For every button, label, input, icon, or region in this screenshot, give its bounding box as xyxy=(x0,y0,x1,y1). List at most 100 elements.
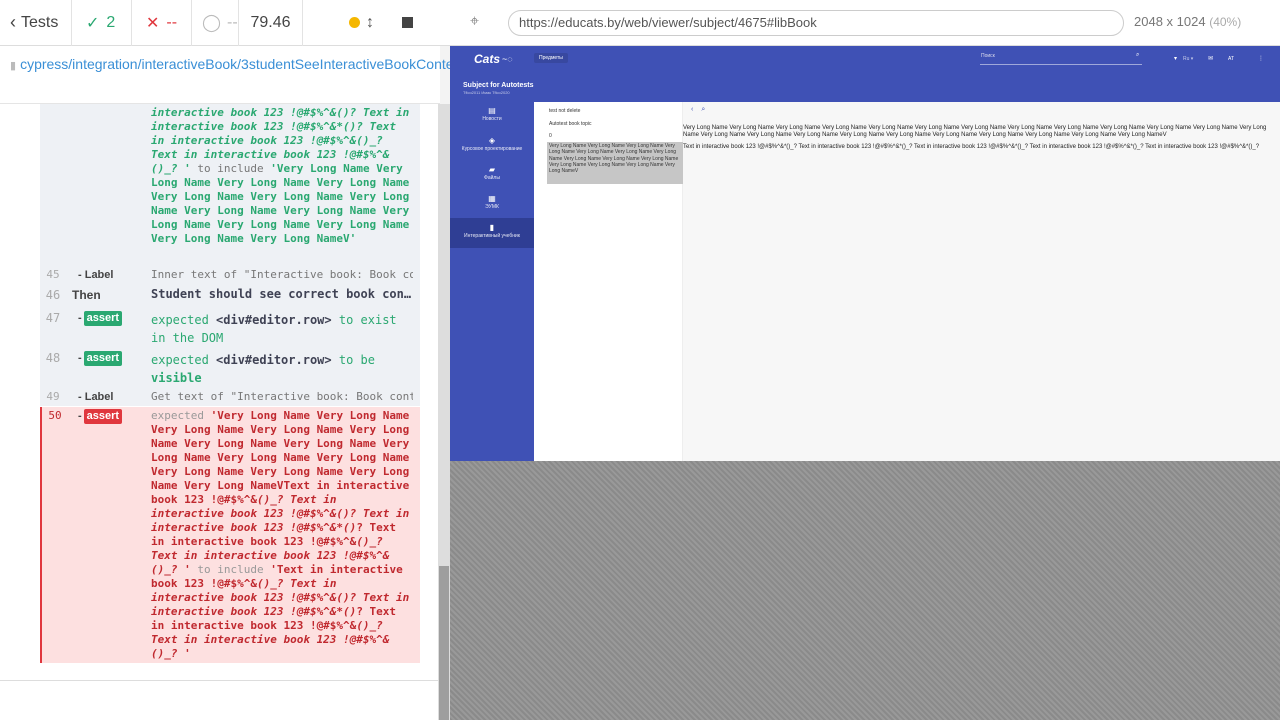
command-row[interactable]: 47 - assert expected <div#editor.row> to … xyxy=(40,306,420,346)
tests-button[interactable]: ‹ Tests xyxy=(0,0,72,46)
nav-label: Интерактивный учебник xyxy=(464,233,520,239)
message-part: to be xyxy=(331,353,375,367)
command-message: Student should see correct book con… xyxy=(151,287,412,301)
nav-item-interactive-book[interactable]: ▮ Интерактивный учебник xyxy=(450,218,534,248)
side-navigation: ▤ Новости ◈ Курсовое проектирование ▰ Файлы… xyxy=(450,102,534,461)
url-bar[interactable]: https://educats.by/web/viewer/subject/46… xyxy=(508,10,1124,36)
chevron-left-icon: ‹ xyxy=(10,12,16,32)
search-icon[interactable]: ⌕ xyxy=(701,106,705,113)
running-indicator-icon xyxy=(349,17,360,28)
assert-badge: assert xyxy=(83,351,123,366)
command-number: 50 xyxy=(48,409,62,422)
duration-display: 79.46 xyxy=(239,0,303,46)
subject-title: Subject for Autotests xyxy=(463,82,534,89)
files-icon: ▰ xyxy=(488,165,496,174)
viewport-scale: (40%) xyxy=(1209,15,1242,29)
failed-count: -- xyxy=(166,13,178,31)
reporter-footer xyxy=(0,680,438,720)
nav-label: Курсовое проектирование xyxy=(461,146,523,152)
logo-swoosh-icon: ~◌ xyxy=(502,54,513,64)
topic-item[interactable]: 0 xyxy=(549,133,552,139)
pending-stat: ◯ -- xyxy=(192,0,239,46)
passed-stat: ✓ 2 xyxy=(72,0,132,46)
command-row[interactable]: 48 - assert expected <div#editor.row> to … xyxy=(40,346,420,386)
search-icon[interactable]: ⌕ xyxy=(1136,52,1139,59)
nav-item-news[interactable]: ▤ Новости xyxy=(450,106,534,136)
tests-label: Tests xyxy=(21,13,59,31)
subject-subtitle: Tflco2011 Имак Tflco2020 xyxy=(463,90,510,95)
spec-file-title[interactable]: ▮ cypress/integration/interactiveBook/3st… xyxy=(0,46,513,104)
command-dash: - xyxy=(78,312,82,324)
cross-icon: ✕ xyxy=(146,14,160,32)
command-number: 46 xyxy=(45,288,61,302)
dropdown-icon[interactable]: ▾ xyxy=(1174,55,1177,62)
book-content-body: Text in interactive book 123 !@#$%^&*()_… xyxy=(683,144,1260,150)
run-controls: ↕ xyxy=(303,0,442,46)
auto-scroll-icon[interactable]: ↕ xyxy=(366,14,374,32)
command-dash: - xyxy=(78,352,82,364)
message-part: <div#editor.row> xyxy=(216,313,332,327)
book-text: Very Long Name Very Long Name Very Long … xyxy=(683,125,1280,156)
stop-icon[interactable] xyxy=(402,17,413,28)
reporter-stats-bar: ‹ Tests ✓ 2 ✕ -- ◯ -- 79.46 ↕ xyxy=(0,0,450,46)
scrollbar-thumb[interactable] xyxy=(439,566,449,720)
app-under-test: Cats ~◌ Предметы Поиск ⌕ ▾ Ru ▾ ✉ АТ ⋮ S… xyxy=(450,46,1280,461)
language-select[interactable]: Ru ▾ xyxy=(1183,56,1193,62)
command-name: - Label xyxy=(78,391,114,403)
command-row-failed[interactable]: 50 - assert expected 'Very Long Name Very… xyxy=(40,407,420,663)
command-row[interactable]: interactive book 123 !@#$%^&()? Text in … xyxy=(40,104,420,264)
topic-item[interactable]: Autotest book topic xyxy=(549,121,592,127)
mail-icon[interactable]: ✉ xyxy=(1208,55,1213,62)
file-icon: ▮ xyxy=(10,60,17,72)
command-message: expected <div#editor.row> to be visible xyxy=(151,351,413,387)
command-message: expected <div#editor.row> to exist in th… xyxy=(151,311,413,347)
subject-header: Subject for Autotests Tflco2011 Имак Tfl… xyxy=(450,72,1280,102)
command-number: 49 xyxy=(46,390,60,403)
nav-label: ЭУМК xyxy=(485,204,499,210)
book-icon: ▮ xyxy=(489,223,495,232)
command-number: 48 xyxy=(45,351,61,365)
language-label: Ru xyxy=(1183,56,1190,62)
command-log[interactable]: interactive book 123 !@#$%^&()? Text in … xyxy=(0,104,438,680)
command-message: expected 'Very Long Name Very Long Name … xyxy=(151,409,413,661)
command-message: Inner text of "Interactive book: Book co… xyxy=(151,268,413,281)
command-row[interactable]: 46 Then Student should see correct book … xyxy=(40,284,420,306)
assert-badge: assert xyxy=(83,409,123,424)
command-name: - assert xyxy=(78,311,148,326)
news-icon: ▤ xyxy=(488,106,496,115)
topic-item-selected[interactable]: Very Long Name Very Long Name Very Long … xyxy=(547,142,683,184)
message-part: visible xyxy=(151,371,202,385)
book-content: ‹ ⌕ Very Long Name Very Long Name Very Lo… xyxy=(683,102,1280,461)
command-row[interactable]: 45 - Label Inner text of "Interactive bo… xyxy=(40,264,420,284)
selector-playground-icon[interactable]: ⌖ xyxy=(470,13,479,31)
check-icon: ✓ xyxy=(86,14,100,32)
search-input[interactable]: Поиск xyxy=(980,53,1142,65)
assert-badge: assert xyxy=(83,311,123,326)
user-avatar[interactable]: АТ xyxy=(1228,56,1234,62)
command-name: - assert xyxy=(78,351,148,366)
message-part: expected xyxy=(151,353,217,367)
message-part: 'Very Long Name Very Long Name Very Long… xyxy=(151,409,410,506)
more-icon[interactable]: ⋮ xyxy=(1258,55,1264,62)
command-name: - assert xyxy=(78,409,148,424)
command-message: interactive book 123 !@#$%^&()? Text in … xyxy=(151,106,413,246)
message-part: expected xyxy=(151,409,211,422)
command-row[interactable]: 49 - Label Get text of "Interactive book… xyxy=(40,386,420,406)
nav-item-course[interactable]: ◈ Курсовое проектирование xyxy=(450,136,534,166)
command-name: - Label xyxy=(78,269,114,281)
course-icon: ◈ xyxy=(488,136,496,145)
chevron-left-icon[interactable]: ‹ xyxy=(691,106,693,113)
spinner-icon: ◯ xyxy=(202,12,222,32)
subjects-button[interactable]: Предметы xyxy=(534,53,568,63)
reporter-panel: ‹ Tests ✓ 2 ✕ -- ◯ -- 79.46 ↕ ▮ cypress/i… xyxy=(0,0,513,720)
topics-panel: test not delete Autotest book topic 0 Ve… xyxy=(534,102,683,461)
pending-count: -- xyxy=(227,13,238,31)
eumk-icon: ▦ xyxy=(488,194,496,203)
command-number: 45 xyxy=(46,268,60,281)
nav-item-files[interactable]: ▰ Файлы xyxy=(450,165,534,195)
command-message: Get text of "Interactive book: Book cont… xyxy=(151,390,413,403)
message-part: to include xyxy=(190,162,271,175)
app-logo[interactable]: Cats xyxy=(474,52,500,66)
failed-stat: ✕ -- xyxy=(132,0,192,46)
topic-item[interactable]: test not delete xyxy=(549,108,580,114)
